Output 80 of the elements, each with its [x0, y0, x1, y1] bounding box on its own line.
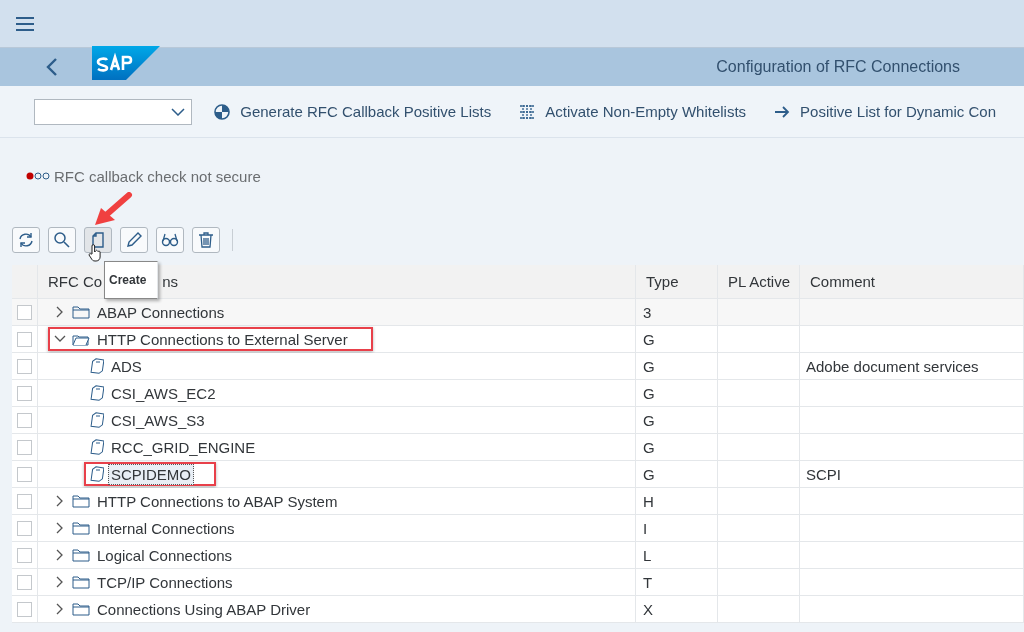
tree-item-label[interactable]: SCPIDEMO	[108, 463, 194, 485]
tool-button[interactable]	[12, 227, 40, 253]
row-checkbox[interactable]	[17, 601, 32, 617]
toolbar-button[interactable]: Activate Non-Empty Whitelists	[519, 103, 747, 120]
row-checkbox[interactable]	[17, 331, 32, 347]
tree-item-label[interactable]: TCP/IP Connections	[94, 571, 236, 593]
tool-button[interactable]	[156, 227, 184, 253]
row-checkbox[interactable]	[17, 304, 32, 320]
table-cell: G	[643, 357, 655, 375]
toolbar-button[interactable]: Generate RFC Callback Positive Lists	[214, 103, 492, 120]
pie-chart-icon	[214, 103, 231, 120]
table-cell: H	[643, 492, 654, 510]
row-checkbox[interactable]	[17, 439, 32, 455]
table-cell: Adobe document services	[806, 357, 979, 375]
pencil-icon	[125, 231, 143, 249]
column-header[interactable]: Type	[646, 273, 679, 290]
table-cell: G	[643, 411, 655, 429]
folder-icon	[72, 521, 90, 535]
row-checkbox[interactable]	[17, 493, 32, 509]
toolbar-button[interactable]: Positive List for Dynamic Con	[774, 103, 996, 120]
refresh-icon	[17, 231, 35, 249]
row-checkbox[interactable]	[17, 358, 32, 374]
trash-icon	[197, 231, 215, 249]
glasses-icon	[161, 231, 179, 249]
table-cell: I	[643, 519, 648, 537]
tool-button[interactable]	[192, 227, 220, 253]
tooltip: Create	[104, 261, 158, 299]
row-checkbox[interactable]	[17, 520, 32, 536]
document-icon	[90, 358, 104, 374]
tree-item-label[interactable]: Logical Connections	[94, 544, 236, 566]
document-icon	[90, 466, 104, 482]
menu-icon[interactable]	[16, 16, 34, 31]
document-icon	[90, 385, 104, 401]
open-folder-icon	[72, 332, 90, 346]
column-header[interactable]: ns	[162, 273, 178, 290]
tool-button[interactable]	[48, 227, 76, 253]
folder-icon	[72, 602, 90, 616]
tree-item-label[interactable]: Connections Using ABAP Driver	[94, 598, 314, 620]
tree-item-label[interactable]: ABAP Connections	[94, 301, 228, 323]
document-icon	[89, 231, 107, 249]
tool-button[interactable]	[120, 227, 148, 253]
arrow-right-icon	[774, 103, 791, 120]
row-checkbox[interactable]	[17, 466, 32, 482]
tree-item-label[interactable]: RCC_GRID_ENGINE	[108, 436, 259, 458]
grid-icon	[519, 103, 536, 120]
column-header[interactable]: RFC Co	[48, 273, 103, 290]
caret-icon	[171, 107, 186, 116]
row-checkbox[interactable]	[17, 412, 32, 428]
tree-item-label[interactable]: CSI_AWS_S3	[108, 409, 208, 431]
back-icon[interactable]	[46, 58, 58, 76]
page-title: Configuration of RFC Connections	[716, 58, 960, 76]
document-icon	[90, 439, 104, 455]
folder-icon	[72, 575, 90, 589]
table-cell: X	[643, 600, 653, 618]
tree-item-label[interactable]: HTTP Connections to ABAP System	[94, 490, 341, 512]
table-cell: L	[643, 546, 652, 564]
folder-icon	[72, 494, 90, 508]
column-header[interactable]: Comment	[810, 273, 876, 290]
table-cell: G	[643, 330, 655, 348]
dropdown-field[interactable]	[34, 98, 193, 125]
table-cell: G	[643, 465, 655, 483]
folder-icon	[72, 548, 90, 562]
folder-icon	[72, 305, 90, 319]
document-icon	[90, 412, 104, 428]
table-cell: SCPI	[806, 465, 841, 483]
row-checkbox[interactable]	[17, 385, 32, 401]
search-icon	[53, 231, 71, 249]
table-cell: G	[643, 438, 655, 456]
table-cell: T	[643, 573, 653, 591]
row-checkbox[interactable]	[17, 574, 32, 590]
hand-cursor-icon	[88, 244, 102, 262]
tree-item-label[interactable]: ADS	[108, 355, 145, 377]
column-header[interactable]: PL Active	[728, 273, 790, 290]
table-cell: 3	[643, 303, 652, 321]
tree-item-label[interactable]: CSI_AWS_EC2	[108, 382, 219, 404]
logo-icon	[92, 46, 160, 80]
row-checkbox[interactable]	[17, 547, 32, 563]
table-cell: G	[643, 384, 655, 402]
status-message: RFC callback check not secure	[54, 167, 261, 185]
tree-item-label[interactable]: Internal Connections	[94, 517, 238, 539]
